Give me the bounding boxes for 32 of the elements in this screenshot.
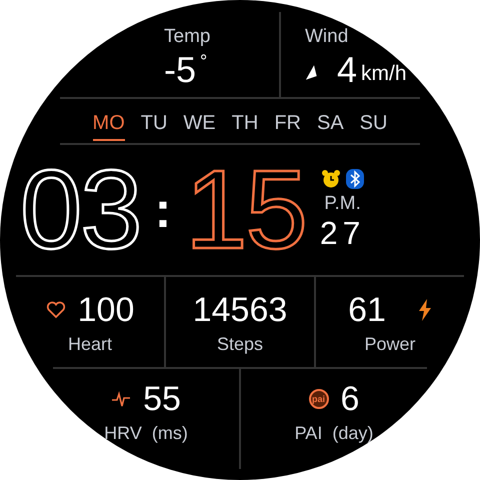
stat-value: 100: [78, 290, 134, 330]
pai-badge-icon: pai: [308, 389, 329, 409]
wind-label: Wind: [305, 26, 350, 48]
weekday-label: TU: [140, 110, 168, 136]
period-label: P.M.: [324, 192, 361, 214]
degree-unit: °: [200, 50, 208, 72]
temp-value: -5: [164, 50, 196, 90]
stat-label: PAI (day): [294, 423, 374, 444]
weekday-label: WE: [183, 110, 216, 136]
stat-value: 61: [348, 290, 386, 330]
wind-unit: km/h: [361, 62, 407, 86]
weekday-label: SA: [316, 110, 344, 136]
lightning-icon: [418, 298, 432, 320]
weekday-label: FR: [274, 110, 301, 136]
stat-label: Power: [364, 334, 416, 354]
time-colon: :: [154, 181, 172, 239]
weekday-label: TH: [232, 110, 258, 136]
weekday-label: MO: [92, 108, 125, 140]
stat-value: 6: [340, 379, 360, 419]
heart-icon: [46, 300, 66, 318]
temp-label: Temp: [164, 26, 210, 48]
minute-digits: 15: [185, 160, 306, 260]
stat-label: Steps: [216, 334, 264, 354]
wind-value: 4: [337, 50, 358, 90]
pulse-icon: [111, 390, 132, 408]
date-number: 27: [320, 214, 366, 252]
stat-label: Heart: [68, 334, 112, 354]
weekday-label: SU: [360, 110, 388, 136]
stat-value: 14563: [192, 290, 288, 330]
stat-label: HRV (ms): [104, 423, 188, 444]
stat-value: 55: [143, 379, 181, 419]
hour-digits: 03: [20, 160, 141, 260]
